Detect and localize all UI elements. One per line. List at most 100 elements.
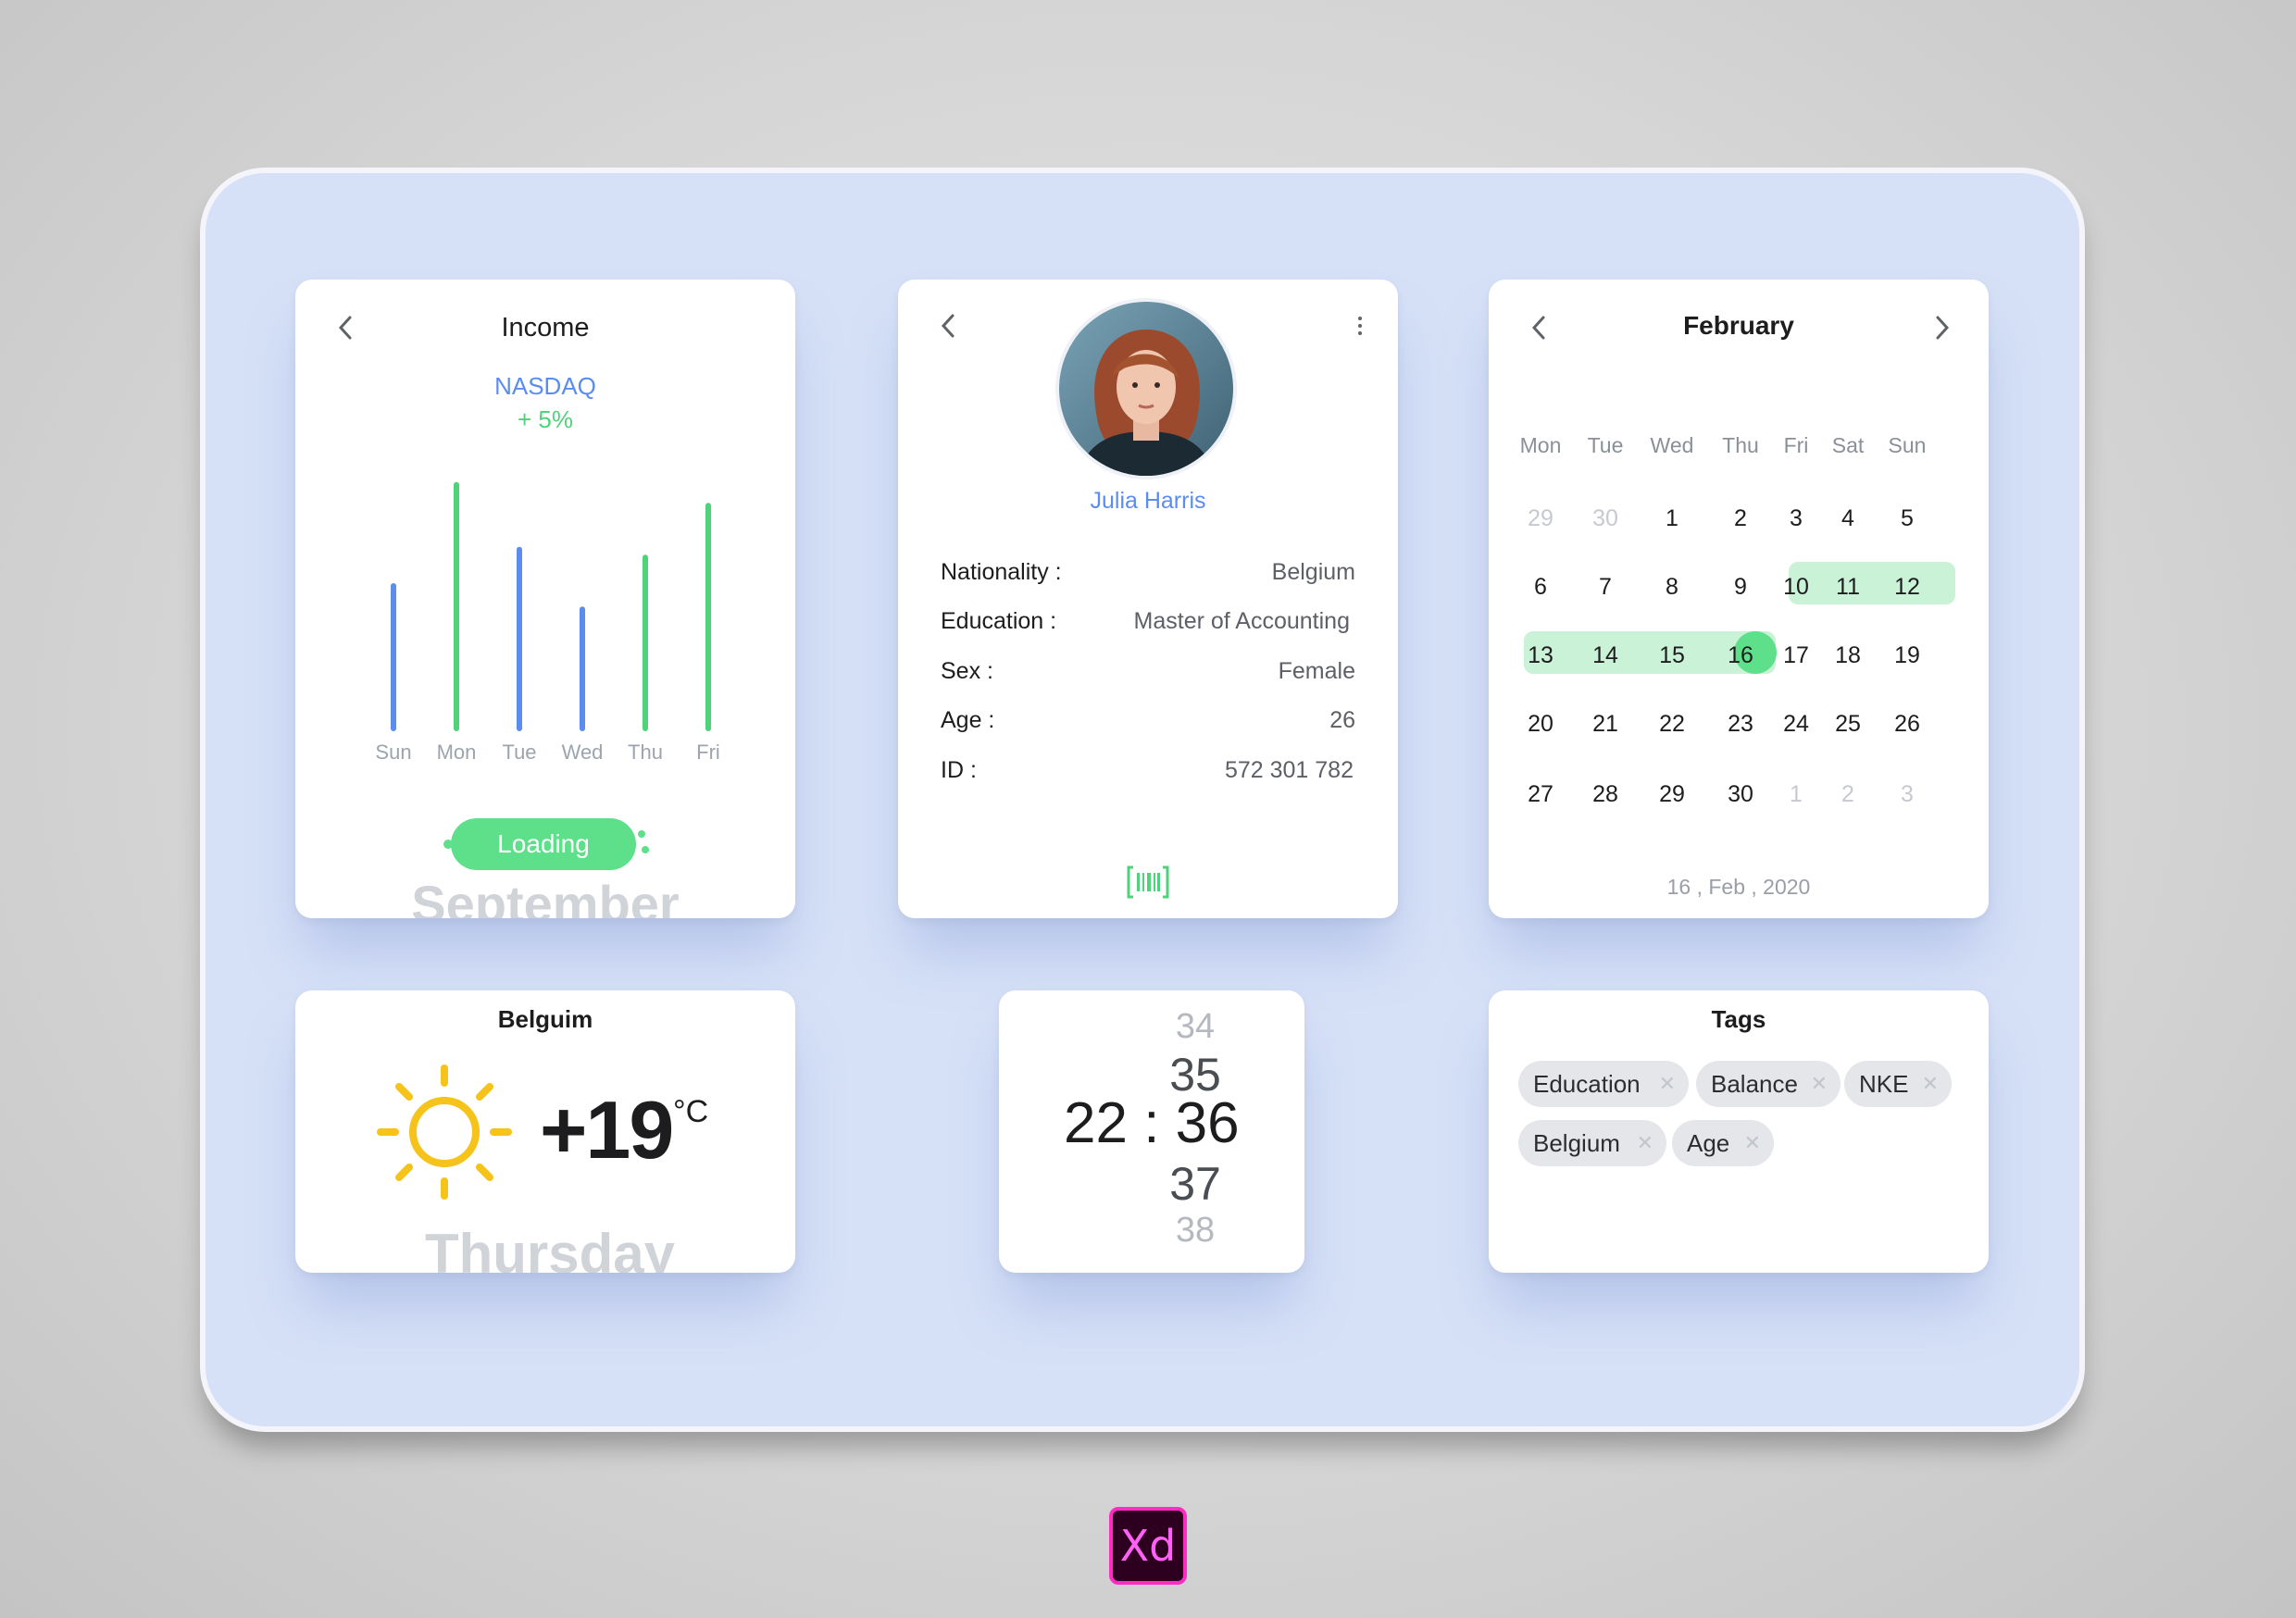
- calendar-day[interactable]: 18: [1820, 637, 1876, 674]
- calendar-day[interactable]: 8: [1644, 568, 1700, 605]
- calendar-day[interactable]: 5: [1879, 500, 1935, 537]
- hours-value[interactable]: 22: [1064, 1091, 1128, 1155]
- minute-option[interactable]: 38: [1158, 1211, 1232, 1251]
- weekday-label: Mon: [1519, 433, 1562, 457]
- more-vertical-icon[interactable]: [1355, 315, 1365, 337]
- calendar-day[interactable]: 13: [1513, 637, 1568, 674]
- tags-card: Tags Education ✕ Balance ✕ NKE ✕ Belgium…: [1489, 990, 1989, 1273]
- calendar-day[interactable]: 6: [1513, 568, 1568, 605]
- calendar-day[interactable]: 22: [1644, 705, 1700, 742]
- calendar-day[interactable]: 3: [1768, 500, 1824, 537]
- calendar-footer-date: 16 , Feb , 2020: [1666, 875, 1811, 899]
- weekday-label: Thu: [1722, 433, 1759, 457]
- calendar-day[interactable]: 14: [1578, 637, 1633, 674]
- weekday-label: Sat: [1831, 433, 1865, 457]
- calendar-day[interactable]: 1: [1768, 776, 1824, 813]
- calendar-day[interactable]: 29: [1513, 500, 1568, 537]
- temperature: +19: [540, 1084, 674, 1176]
- minute-option[interactable]: 37: [1158, 1157, 1232, 1211]
- calendar-day[interactable]: 2: [1713, 500, 1768, 537]
- loading-dot: [642, 846, 649, 853]
- calendar-day[interactable]: 29: [1644, 776, 1700, 813]
- calendar-day-selected[interactable]: 16: [1713, 637, 1768, 674]
- weekday-label: Tue: [1587, 433, 1624, 457]
- calendar-day[interactable]: 3: [1879, 776, 1935, 813]
- calendar-day[interactable]: 7: [1578, 568, 1633, 605]
- calendar-day[interactable]: 12: [1879, 568, 1935, 605]
- calendar-day[interactable]: 11: [1820, 568, 1876, 605]
- field-label: ID :: [941, 757, 977, 783]
- weather-card: Belguim +19 °C Thursday: [295, 990, 795, 1273]
- calendar-day[interactable]: 30: [1578, 500, 1633, 537]
- calendar-day[interactable]: 23: [1713, 705, 1768, 742]
- field-value: Female: [1278, 658, 1355, 684]
- field-value: 26: [1329, 707, 1355, 733]
- tag-chip[interactable]: Age ✕: [1672, 1120, 1774, 1166]
- tag-label: Education: [1533, 1070, 1641, 1098]
- profile-name: Julia Harris: [1090, 488, 1206, 514]
- barcode-icon[interactable]: [1126, 865, 1170, 900]
- field-label: Sex :: [941, 658, 993, 684]
- calendar-day[interactable]: 10: [1768, 568, 1824, 605]
- calendar-day[interactable]: 9: [1713, 568, 1768, 605]
- calendar-day[interactable]: 27: [1513, 776, 1568, 813]
- calendar-day[interactable]: 26: [1879, 705, 1935, 742]
- tag-label: NKE: [1859, 1070, 1909, 1098]
- time-picker-card[interactable]: 34 35 22 : 36 37 38: [999, 990, 1304, 1273]
- income-card: Income NASDAQ + 5% Sun Mon Tue Wed Thu Fri Lo…: [295, 280, 795, 918]
- field-value: 572 301 782: [1224, 757, 1354, 783]
- day-ghost-text: Thursday: [424, 1223, 676, 1273]
- calendar-day[interactable]: 15: [1644, 637, 1700, 674]
- tag-chip[interactable]: NKE ✕: [1844, 1061, 1952, 1107]
- calendar-day[interactable]: 1: [1644, 500, 1700, 537]
- tag-chip[interactable]: Belgium ✕: [1518, 1120, 1666, 1166]
- close-icon[interactable]: ✕: [1637, 1120, 1653, 1166]
- close-icon[interactable]: ✕: [1659, 1061, 1676, 1107]
- tags-title: Tags: [1711, 1005, 1766, 1033]
- field-value: Belgium: [1271, 559, 1355, 585]
- market-name: NASDAQ: [494, 372, 596, 400]
- time-value: 22 : 36: [1064, 1090, 1240, 1156]
- calendar-day[interactable]: 25: [1820, 705, 1876, 742]
- tag-label: Balance: [1711, 1070, 1798, 1098]
- calendar-day[interactable]: 17: [1768, 637, 1824, 674]
- dashboard-board: Income NASDAQ + 5% Sun Mon Tue Wed Thu Fri Lo…: [206, 173, 2079, 1426]
- close-icon[interactable]: ✕: [1744, 1120, 1761, 1166]
- minute-option[interactable]: 34: [1158, 1007, 1232, 1047]
- avatar: [1059, 302, 1233, 476]
- weekday-label: Wed: [1650, 433, 1694, 457]
- calendar-day[interactable]: 2: [1820, 776, 1876, 813]
- x-tick-label: Fri: [696, 741, 720, 764]
- calendar-day[interactable]: 20: [1513, 705, 1568, 742]
- tag-chip[interactable]: Education ✕: [1518, 1061, 1689, 1107]
- weekday-label: Sun: [1888, 433, 1927, 457]
- field-label: Age :: [941, 707, 995, 733]
- calendar-day[interactable]: 24: [1768, 705, 1824, 742]
- minutes-value[interactable]: 36: [1176, 1091, 1240, 1155]
- calendar-month: February: [1683, 311, 1794, 340]
- tag-label: Age: [1687, 1129, 1730, 1157]
- calendar-card: February Mon Tue Wed Thu Fri Sat Sun 29 30 1 2 3 4 5 6…: [1489, 280, 1989, 918]
- loading-button[interactable]: Loading: [451, 818, 636, 870]
- calendar-day[interactable]: 28: [1578, 776, 1633, 813]
- month-ghost-text: September: [411, 875, 680, 918]
- field-label: Nationality :: [941, 559, 1062, 585]
- adobe-xd-logo: Xd: [1109, 1507, 1187, 1585]
- sun-icon: [375, 1063, 514, 1201]
- close-icon[interactable]: ✕: [1811, 1061, 1828, 1107]
- close-icon[interactable]: ✕: [1922, 1061, 1939, 1107]
- tag-label: Belgium: [1533, 1129, 1620, 1157]
- chevron-left-icon[interactable]: [939, 313, 959, 338]
- income-title: Income: [501, 313, 590, 342]
- profile-card: Julia Harris Nationality : Belgium Educa…: [898, 280, 1398, 918]
- tag-chip[interactable]: Balance ✕: [1696, 1061, 1841, 1107]
- calendar-day[interactable]: 30: [1713, 776, 1768, 813]
- loading-dot: [638, 830, 645, 838]
- weather-city: Belguim: [497, 1005, 593, 1033]
- calendar-day[interactable]: 21: [1578, 705, 1633, 742]
- calendar-day[interactable]: 4: [1820, 500, 1876, 537]
- calendar-day[interactable]: 19: [1879, 637, 1935, 674]
- temperature-unit: °C: [673, 1094, 709, 1129]
- weekday-label: Fri: [1783, 433, 1809, 457]
- field-label: Education :: [941, 608, 1057, 634]
